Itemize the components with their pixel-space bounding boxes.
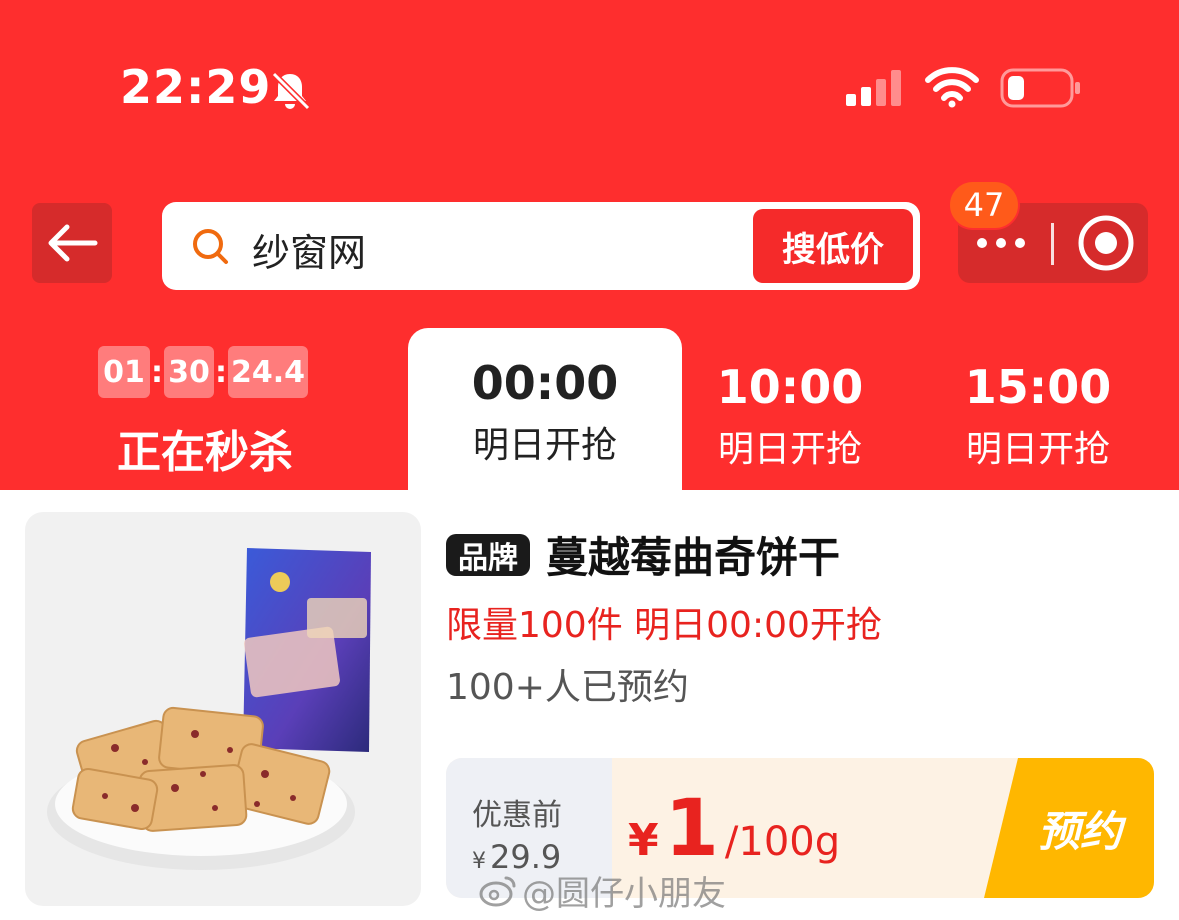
weibo-icon: [479, 876, 516, 906]
tab-current-label: 正在秒杀: [117, 427, 293, 478]
header: 22:29 纱窗网 搜低价 47 01: 30: 24.4 正在秒杀 00:…: [0, 0, 1179, 490]
brand-tag: 品牌: [446, 534, 530, 576]
countdown-timer: 01 : 30 : 24.4: [98, 346, 308, 398]
close-target-icon[interactable]: [1076, 213, 1136, 273]
search-low-price-button[interactable]: 搜低价: [753, 209, 913, 283]
price-unit: /100g: [724, 819, 841, 865]
reserve-button[interactable]: 预约: [984, 758, 1154, 898]
back-button[interactable]: [32, 203, 112, 283]
arrow-left-icon: [48, 224, 98, 262]
countdown-separator: :: [151, 354, 163, 390]
tab-time: 15:00: [964, 360, 1112, 414]
sale-price: ¥ 1 /100g: [628, 784, 840, 874]
tab-label: 明日开抢: [472, 425, 617, 466]
cookie-product-illustration: [47, 548, 371, 870]
bell-muted-icon: [271, 71, 311, 111]
countdown-hours: 01: [98, 346, 150, 398]
watermark-text: @圆仔小朋友: [522, 874, 726, 914]
countdown-separator: :: [215, 354, 227, 390]
tab-0000[interactable]: 00:00 明日开抢: [408, 328, 682, 490]
tab-label: 明日开抢: [965, 429, 1110, 470]
original-price-label: 优惠前: [472, 798, 562, 833]
tab-time: 10:00: [716, 360, 864, 414]
search-icon: [193, 229, 228, 264]
limit-info: 限量100件 明日00:00开抢: [446, 605, 882, 646]
wifi-icon: [925, 67, 979, 108]
watermark: @圆仔小朋友: [478, 866, 726, 915]
tab-label: 明日开抢: [717, 429, 862, 470]
product-title[interactable]: 蔓越莓曲奇饼干: [546, 524, 840, 585]
capsule-divider: [1051, 223, 1054, 265]
search-input[interactable]: 纱窗网: [252, 222, 366, 277]
price-currency: ¥: [628, 815, 659, 866]
tab-time: 00:00: [471, 356, 619, 410]
battery-icon: [1000, 68, 1080, 108]
tab-1000[interactable]: 10:00 明日开抢: [690, 330, 890, 490]
countdown-minutes: 30: [164, 346, 214, 398]
tab-1500[interactable]: 15:00 明日开抢: [938, 330, 1138, 490]
search-bar[interactable]: 纱窗网 搜低价: [162, 202, 920, 290]
notification-badge: 47: [948, 180, 1020, 230]
product-image[interactable]: [25, 512, 421, 906]
price-value: 1: [664, 784, 719, 874]
reservation-count: 100+人已预约: [446, 667, 689, 708]
countdown-seconds: 24.4: [228, 346, 308, 398]
tab-current-session[interactable]: 01 : 30 : 24.4 正在秒杀: [30, 330, 380, 490]
status-time: 22:29: [120, 60, 272, 114]
more-icon[interactable]: [974, 227, 1028, 259]
signal-icon: [846, 70, 901, 106]
